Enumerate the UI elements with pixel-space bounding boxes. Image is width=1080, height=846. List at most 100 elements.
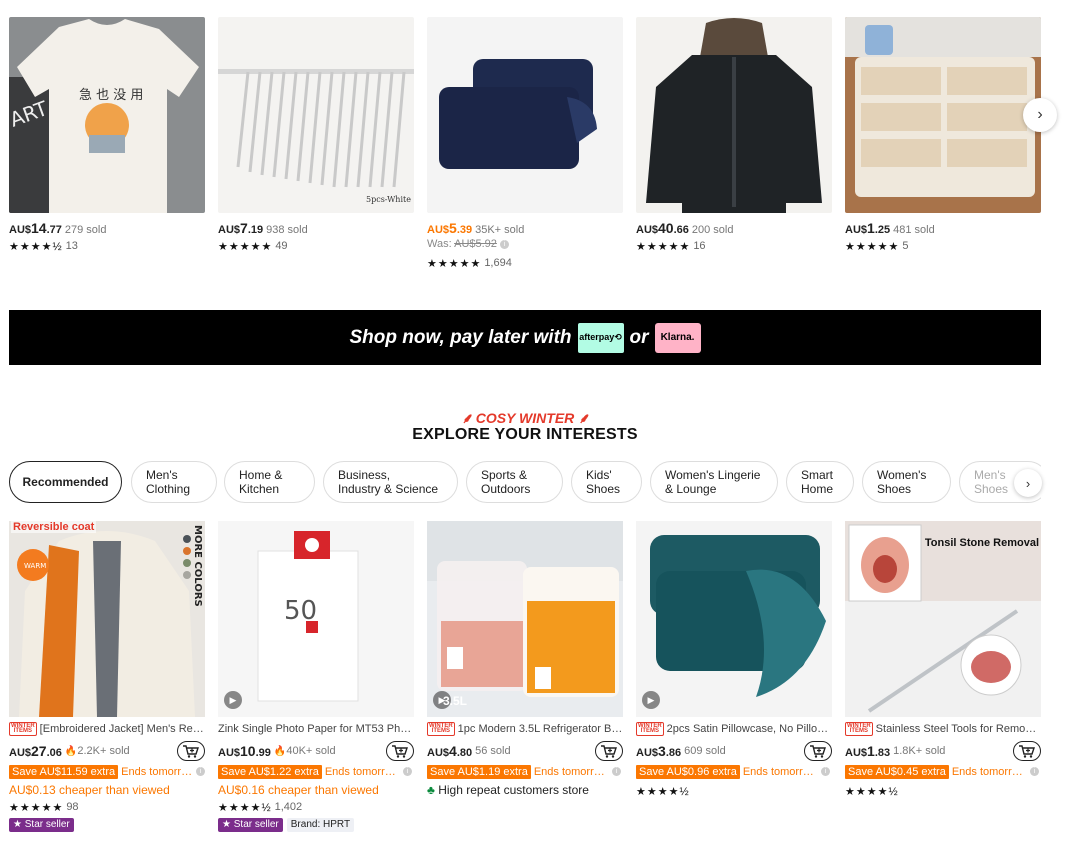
product-title[interactable]: Stainless Steel Tools for Removi... xyxy=(876,723,1041,735)
product-card[interactable]: ▶ WINTER ITEMS 2pcs Satin Pillowcase, No P… xyxy=(636,521,832,798)
product-image[interactable] xyxy=(636,17,832,213)
extra-savings-badge: Save AU$0.45 extra xyxy=(845,764,949,779)
tab-recommended[interactable]: Recommended xyxy=(9,461,122,503)
svg-text:WARM: WARM xyxy=(24,562,46,570)
product-title[interactable]: [Embroidered Jacket] Men's Rev... xyxy=(40,723,205,735)
product-card[interactable]: 5pcs-White AU$7.19 938 sold ★★★★★ 49 xyxy=(218,17,414,253)
add-to-cart-button[interactable] xyxy=(595,741,623,761)
product-price: AU$14.77 xyxy=(9,220,62,236)
product-card[interactable]: Tonsil Stone Removal WINTER ITEMS Stainles… xyxy=(845,521,1041,798)
image-label: Reversible coat xyxy=(11,521,97,533)
info-icon[interactable]: i xyxy=(196,767,205,776)
star-icon: ★ xyxy=(13,819,25,830)
coat-image: WARM MORE COLORS xyxy=(9,521,205,717)
was-price: Was: AU$5.92 i xyxy=(427,238,623,253)
product-image[interactable]: WARM MORE COLORS Reversible coat xyxy=(9,521,205,717)
tonsil-tool-image xyxy=(845,521,1041,717)
cart-icon xyxy=(183,744,199,758)
cart-icon xyxy=(601,744,617,758)
chevron-right-icon: › xyxy=(1025,475,1031,491)
info-icon[interactable]: i xyxy=(611,767,621,776)
category-tabs: Recommended Men's Clothing Home & Kitche… xyxy=(9,461,1041,503)
info-icon[interactable]: i xyxy=(402,767,412,776)
brand-badge[interactable]: Brand: HPRT xyxy=(286,818,355,832)
product-card[interactable]: 50 ▶ Zink Single Photo Paper for MT53 Ph… xyxy=(218,521,414,832)
ends-timer: Ends tomorro... xyxy=(951,765,1027,778)
satin-pillowcase-image xyxy=(636,521,832,717)
product-image[interactable]: ▶ 3.5L xyxy=(427,521,623,717)
ends-timer: Ends tomorro... xyxy=(533,765,609,778)
tab-mens-clothing[interactable]: Men's Clothing xyxy=(131,461,217,503)
product-image[interactable] xyxy=(427,17,623,213)
product-image[interactable]: ART NO 急 也 没 用 xyxy=(9,17,205,213)
product-title-row[interactable]: WINTER ITEMS 1pc Modern 3.5L Refrigerator … xyxy=(427,722,623,736)
ends-timer: Ends tomorro... xyxy=(742,765,818,778)
tab-sports-outdoors[interactable]: Sports & Outdoors xyxy=(466,461,563,503)
product-image[interactable]: Tonsil Stone Removal xyxy=(845,521,1041,717)
pay-later-banner[interactable]: Shop now, pay later with afterpay⟲ or Kl… xyxy=(9,310,1041,365)
info-icon[interactable]: i xyxy=(499,239,509,249)
product-title-row[interactable]: WINTER ITEMS 2pcs Satin Pillowcase, No Pil… xyxy=(636,722,832,736)
add-to-cart-button[interactable] xyxy=(1013,741,1041,761)
tab-smart-home[interactable]: Smart Home xyxy=(786,461,854,503)
tab-womens-shoes[interactable]: Women's Shoes xyxy=(862,461,951,503)
product-card[interactable]: AU$5.39 35K+ sold Was: AU$5.92 i ★★★★★ 1,6… xyxy=(427,17,623,270)
tab-business-industry-science[interactable]: Business, Industry & Science xyxy=(323,461,458,503)
product-image[interactable]: ▶ xyxy=(636,521,832,717)
cart-icon xyxy=(810,744,826,758)
product-card[interactable]: WARM MORE COLORS Reversible coat WINTER I… xyxy=(9,521,205,832)
jacket-image xyxy=(636,17,832,213)
product-title[interactable]: Zink Single Photo Paper for MT53 Phot... xyxy=(218,723,414,735)
add-to-cart-button[interactable] xyxy=(386,741,414,761)
tab-womens-lingerie[interactable]: Women's Lingerie & Lounge xyxy=(650,461,778,503)
tabs-next-button[interactable]: › xyxy=(1014,469,1042,497)
product-image[interactable]: 5pcs-White xyxy=(218,17,414,213)
rating: ★★★★½ 1,402 xyxy=(218,801,303,814)
star-seller-badge: ★ Star seller xyxy=(9,818,74,832)
banner-or: or xyxy=(629,326,649,348)
product-card[interactable]: ART NO 急 也 没 用 AU$14.77 279 sold ★★★★½ 13 xyxy=(9,17,205,253)
play-video-icon[interactable]: ▶ xyxy=(224,691,242,709)
winter-items-badge: WINTER ITEMS xyxy=(845,722,873,736)
ends-timer: Ends tomorro... xyxy=(121,765,194,778)
section-title: EXPLORE YOUR INTERESTS xyxy=(412,426,638,443)
rating: ★★★★★ 98 xyxy=(9,801,79,814)
rating: ★★★★★ 16 xyxy=(636,240,706,253)
winter-items-badge: WINTER ITEMS xyxy=(636,722,664,736)
add-to-cart-button[interactable] xyxy=(177,741,205,761)
product-image[interactable] xyxy=(845,17,1041,213)
pillowcase-image xyxy=(427,17,623,213)
product-card[interactable]: ▶ 3.5L WINTER ITEMS 1pc Modern 3.5L Refrig… xyxy=(427,521,623,797)
photo-paper-image: 50 xyxy=(218,521,414,717)
cart-icon xyxy=(392,744,408,758)
product-image[interactable]: 50 ▶ xyxy=(218,521,414,717)
tab-kids-shoes[interactable]: Kids' Shoes xyxy=(571,461,642,503)
extra-savings-badge: Save AU$1.22 extra xyxy=(218,764,322,779)
ends-timer: Ends tomorro... xyxy=(324,765,400,778)
carousel-next-button[interactable]: › xyxy=(1023,98,1057,132)
tab-home-kitchen[interactable]: Home & Kitchen xyxy=(224,461,315,503)
info-icon[interactable]: i xyxy=(1029,767,1039,776)
product-grid: WARM MORE COLORS Reversible coat WINTER I… xyxy=(9,521,1041,841)
info-icon[interactable]: i xyxy=(820,767,830,776)
sold-count: 56 sold xyxy=(475,745,511,757)
chevron-right-icon: › xyxy=(1037,106,1043,123)
product-title[interactable]: 2pcs Satin Pillowcase, No Pillow ... xyxy=(667,723,832,735)
product-card[interactable]: AU$40.66 200 sold ★★★★★ 16 xyxy=(636,17,832,253)
product-card[interactable]: AU$1.25 481 sold ★★★★★ 5 xyxy=(845,17,1041,253)
repeat-customers-note: ♣ High repeat customers store xyxy=(427,783,589,797)
tshirt-image: ART NO 急 也 没 用 xyxy=(9,17,205,213)
rating: ★★★★★ 49 xyxy=(218,240,288,253)
product-price: AU$10.99 xyxy=(218,743,271,759)
product-title-row[interactable]: Zink Single Photo Paper for MT53 Phot... xyxy=(218,722,414,736)
product-title-row[interactable]: WINTER ITEMS [Embroidered Jacket] Men's Re… xyxy=(9,722,205,736)
cotton-swabs-image xyxy=(845,17,1041,213)
star-seller-badge: ★ Star seller xyxy=(218,818,283,832)
play-video-icon[interactable]: ▶ xyxy=(642,691,660,709)
hangers-image: 5pcs-White xyxy=(218,17,414,213)
product-title-row[interactable]: WINTER ITEMS Stainless Steel Tools for Rem… xyxy=(845,722,1041,736)
product-title[interactable]: 1pc Modern 3.5L Refrigerator Be... xyxy=(458,723,623,735)
add-to-cart-button[interactable] xyxy=(804,741,832,761)
top-products-row: ART NO 急 也 没 用 AU$14.77 279 sold ★★★★½ 13 xyxy=(9,17,1041,277)
sold-count: 35K+ sold xyxy=(475,224,525,236)
